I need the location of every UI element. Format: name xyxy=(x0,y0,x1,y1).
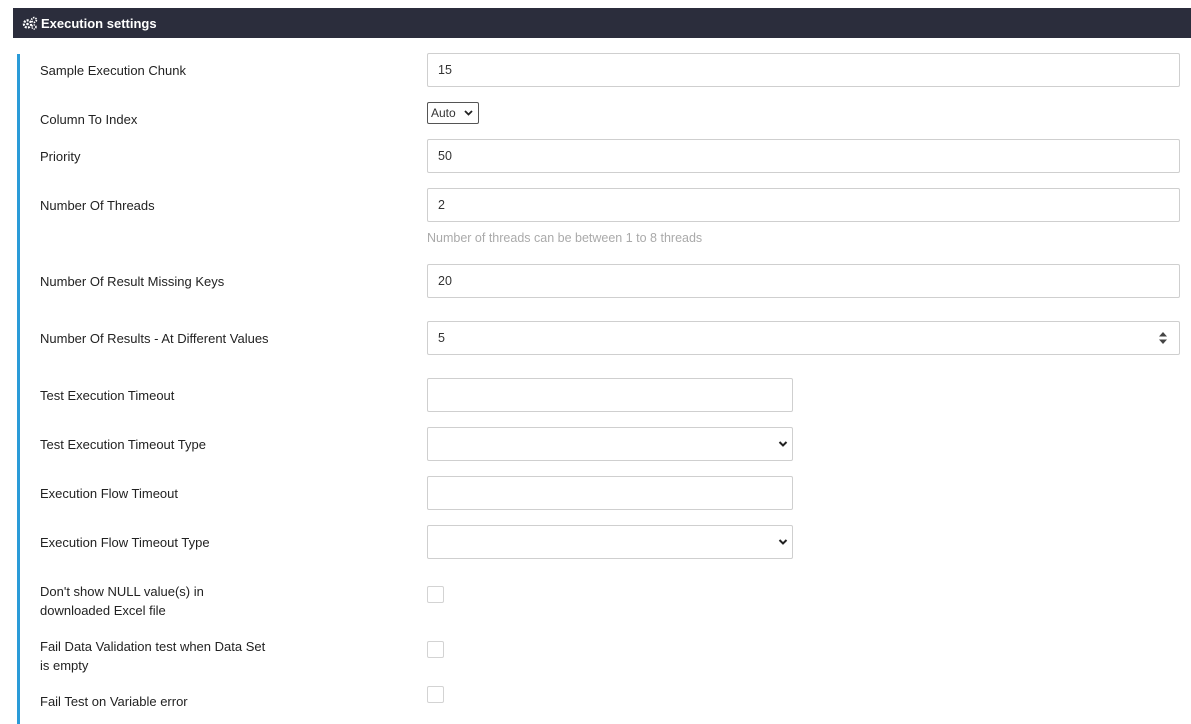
chevron-down-icon xyxy=(463,106,474,120)
execution-flow-timeout-type-label: Execution Flow Timeout Type xyxy=(40,535,210,550)
dont-show-null-label-line1: Don't show NULL value(s) in xyxy=(40,584,204,599)
number-of-threads-input[interactable]: 2 xyxy=(427,188,1180,222)
results-different-values-value: 5 xyxy=(438,331,445,345)
fail-on-empty-dataset-label: Fail Data Validation test when Data Set … xyxy=(40,637,265,675)
execution-flow-timeout-label: Execution Flow Timeout xyxy=(40,486,179,501)
fail-on-empty-dataset-checkbox[interactable] xyxy=(427,641,444,658)
column-to-index-value: Auto xyxy=(431,106,456,120)
gears-icon xyxy=(22,16,38,30)
result-missing-keys-value: 20 xyxy=(438,274,452,288)
fail-on-empty-dataset-label-line1: Fail Data Validation test when Data Set xyxy=(40,639,266,654)
dont-show-null-checkbox[interactable] xyxy=(427,586,444,603)
column-to-index-label: Column To Index xyxy=(40,112,138,127)
test-execution-timeout-type-select[interactable] xyxy=(427,427,793,461)
test-execution-timeout-type-label: Test Execution Timeout Type xyxy=(40,437,206,452)
fail-on-variable-error-checkbox[interactable] xyxy=(427,686,444,703)
panel-header[interactable]: Execution settings xyxy=(13,8,1191,38)
sample-execution-chunk-label: Sample Execution Chunk xyxy=(40,63,186,78)
panel-title: Execution settings xyxy=(41,15,157,31)
dont-show-null-label: Don't show NULL value(s) in downloaded E… xyxy=(40,582,204,620)
priority-input[interactable]: 50 xyxy=(427,139,1180,173)
column-to-index-select[interactable]: Auto xyxy=(427,102,479,124)
execution-flow-timeout-type-select[interactable] xyxy=(427,525,793,559)
number-of-threads-help: Number of threads can be between 1 to 8 … xyxy=(427,231,703,245)
results-different-values-input[interactable]: 5 xyxy=(427,321,1180,355)
result-missing-keys-input[interactable]: 20 xyxy=(427,264,1180,298)
fail-on-empty-dataset-label-line2: is empty xyxy=(40,658,89,673)
priority-label: Priority xyxy=(40,149,81,164)
number-of-threads-value: 2 xyxy=(438,198,445,212)
test-execution-timeout-input[interactable] xyxy=(427,378,793,412)
execution-flow-timeout-input[interactable] xyxy=(427,476,793,510)
result-missing-keys-label: Number Of Result Missing Keys xyxy=(40,274,225,289)
chevron-down-icon xyxy=(777,536,789,548)
results-different-values-label: Number Of Results - At Different Values xyxy=(40,331,269,346)
chevron-down-icon xyxy=(777,438,789,450)
sample-execution-chunk-value: 15 xyxy=(438,63,452,77)
test-execution-timeout-label: Test Execution Timeout xyxy=(40,388,175,403)
priority-value: 50 xyxy=(438,149,452,163)
dont-show-null-label-line2: downloaded Excel file xyxy=(40,603,166,618)
sample-execution-chunk-input[interactable]: 15 xyxy=(427,53,1180,87)
number-spinner-icon[interactable] xyxy=(1158,330,1168,346)
number-of-threads-label: Number Of Threads xyxy=(40,198,155,213)
fail-on-variable-error-label: Fail Test on Variable error xyxy=(40,694,188,709)
